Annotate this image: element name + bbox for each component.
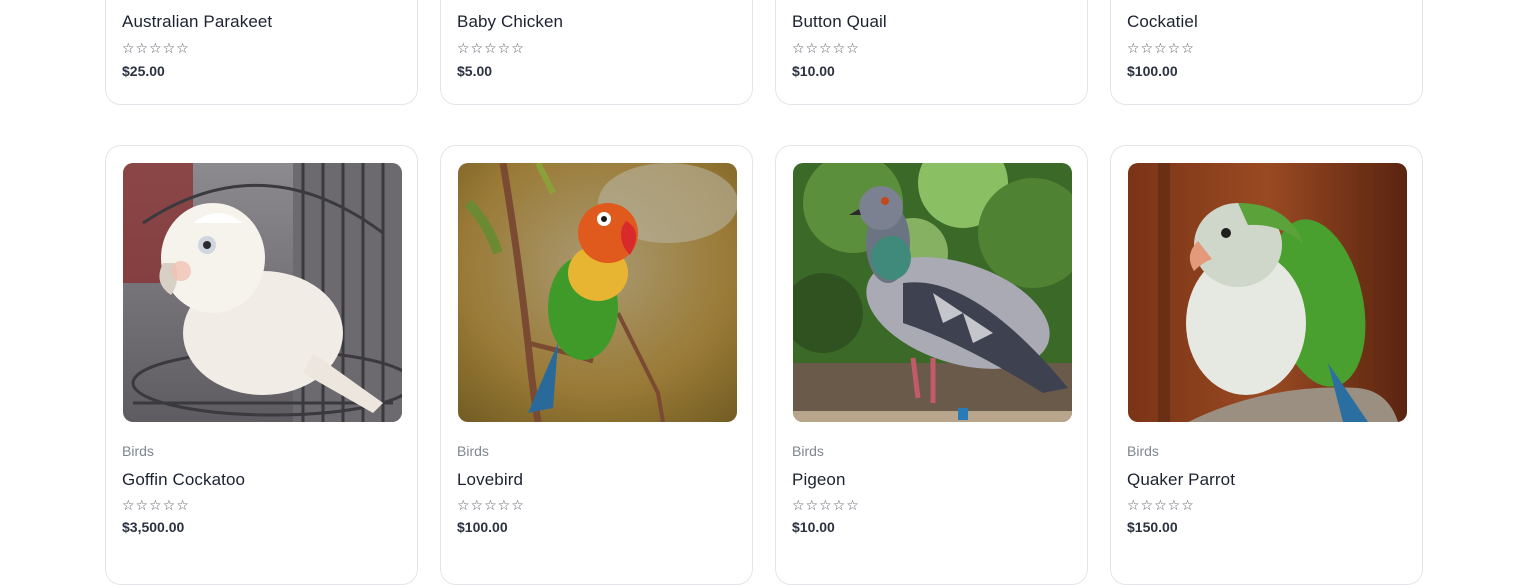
product-title[interactable]: Lovebird — [457, 470, 523, 490]
product-category[interactable]: Birds — [1127, 443, 1159, 459]
product-price: $25.00 — [122, 63, 165, 79]
product-price: $10.00 — [792, 63, 835, 79]
quaker-parrot-photo[interactable] — [1128, 163, 1407, 422]
goffin-cockatoo-photo[interactable] — [123, 163, 402, 422]
lovebird-photo[interactable] — [458, 163, 737, 422]
star-rating: ☆☆☆☆☆ — [1127, 40, 1195, 56]
product-title[interactable]: Quaker Parrot — [1127, 470, 1235, 490]
star-rating: ☆☆☆☆☆ — [457, 497, 525, 513]
product-card[interactable]: Baby Chicken ☆☆☆☆☆ $5.00 — [440, 0, 753, 105]
star-rating: ☆☆☆☆☆ — [1127, 497, 1195, 513]
star-rating: ☆☆☆☆☆ — [792, 40, 860, 56]
product-category[interactable]: Birds — [792, 443, 824, 459]
star-rating: ☆☆☆☆☆ — [792, 497, 860, 513]
product-title[interactable]: Baby Chicken — [457, 12, 563, 32]
product-card[interactable]: Birds Pigeon ☆☆☆☆☆ $10.00 — [775, 145, 1088, 585]
product-card[interactable]: Birds Quaker Parrot ☆☆☆☆☆ $150.00 — [1110, 145, 1423, 585]
product-price: $100.00 — [457, 519, 508, 535]
star-rating: ☆☆☆☆☆ — [457, 40, 525, 56]
product-price: $10.00 — [792, 519, 835, 535]
product-price: $100.00 — [1127, 63, 1178, 79]
product-card[interactable]: Australian Parakeet ☆☆☆☆☆ $25.00 — [105, 0, 418, 105]
product-title[interactable]: Pigeon — [792, 470, 846, 490]
pigeon-photo[interactable] — [793, 163, 1072, 422]
product-card[interactable]: Birds Lovebird ☆☆☆☆☆ $100.00 — [440, 145, 753, 585]
product-category[interactable]: Birds — [122, 443, 154, 459]
product-title[interactable]: Goffin Cockatoo — [122, 470, 245, 490]
product-title[interactable]: Australian Parakeet — [122, 12, 272, 32]
product-price: $5.00 — [457, 63, 493, 79]
star-rating: ☆☆☆☆☆ — [122, 497, 190, 513]
product-title[interactable]: Button Quail — [792, 12, 887, 32]
product-price: $150.00 — [1127, 519, 1178, 535]
product-card[interactable]: Cockatiel ☆☆☆☆☆ $100.00 — [1110, 0, 1423, 105]
product-title[interactable]: Cockatiel — [1127, 12, 1198, 32]
product-card[interactable]: Birds Goffin Cockatoo ☆☆☆☆☆ $3,500.00 — [105, 145, 418, 585]
product-category[interactable]: Birds — [457, 443, 489, 459]
product-price: $3,500.00 — [122, 519, 185, 535]
product-card[interactable]: Button Quail ☆☆☆☆☆ $10.00 — [775, 0, 1088, 105]
star-rating: ☆☆☆☆☆ — [122, 40, 190, 56]
